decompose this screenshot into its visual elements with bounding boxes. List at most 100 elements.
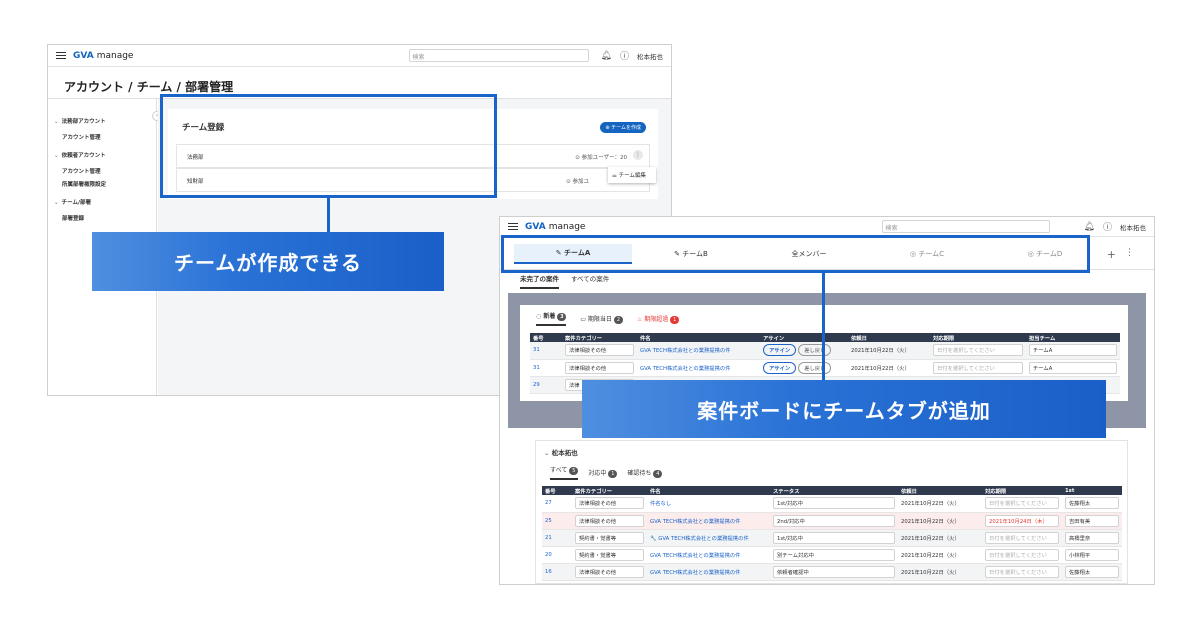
- case-number[interactable]: 25: [542, 512, 572, 530]
- case-title-link[interactable]: GVA TECH株式会社との業務提携の件: [647, 512, 770, 530]
- team-select[interactable]: チームA: [1029, 361, 1117, 374]
- menu-icon[interactable]: [508, 222, 518, 231]
- case-number[interactable]: 29: [530, 376, 562, 394]
- pill-due-today[interactable]: ▭ 期限当日 2: [580, 314, 623, 324]
- first-assignee-select[interactable]: 吉田有美: [1065, 514, 1119, 527]
- search-input[interactable]: 検索: [408, 49, 589, 62]
- col-first[interactable]: 1st: [1062, 486, 1122, 495]
- table-row[interactable]: 31 法律相談その他 GVA TECH株式会社との業務提携の件 アサイン 差し戻し…: [530, 359, 1120, 377]
- col-request-date[interactable]: 依頼日: [898, 486, 982, 495]
- sidebar-group-header[interactable]: 法務部アカウント: [48, 117, 156, 125]
- category-select[interactable]: 法律相談その他: [565, 344, 634, 357]
- case-title-link[interactable]: GVA TECH株式会社との業務提携の件: [647, 563, 770, 581]
- tab-all[interactable]: すべて 5: [550, 465, 579, 480]
- create-team-button[interactable]: ⊕ チームを作成: [600, 122, 646, 133]
- help-icon[interactable]: ⓘ: [620, 49, 629, 62]
- table-row[interactable]: 27 法律相談その他 件名なし 1st/対応中 2021年10月22日（火） 日…: [542, 495, 1122, 513]
- pill-new[interactable]: ◌ 新着 3: [536, 311, 567, 326]
- sidebar-item-dept-permission[interactable]: 所属部署権限設定: [48, 180, 156, 188]
- due-date-picker[interactable]: 日付を選択してください: [985, 548, 1059, 561]
- team-edit-menu-item[interactable]: ⚌ チーム編集: [608, 167, 656, 183]
- sidebar-group-header[interactable]: チーム/部署: [48, 198, 156, 206]
- first-assignee-select[interactable]: 佐藤翔太: [1065, 565, 1119, 578]
- user-menu[interactable]: 松本拓也: [637, 51, 663, 61]
- col-number[interactable]: 番号: [530, 333, 562, 342]
- case-number[interactable]: 21: [542, 529, 572, 547]
- return-button[interactable]: 差し戻し: [798, 361, 832, 374]
- bell-icon[interactable]: 🔔︎: [1084, 222, 1095, 232]
- col-category[interactable]: 案件カテゴリー: [572, 486, 647, 495]
- pill-overdue[interactable]: ♨ 期限超過 1: [637, 314, 680, 324]
- menu-icon[interactable]: [56, 51, 66, 60]
- panel-header[interactable]: 松本拓也: [544, 447, 578, 457]
- table-row[interactable]: 21 契約書・覚書等 🔧 GVA TECH株式会社との業務提携の件 1st/対応…: [542, 529, 1122, 547]
- category-select[interactable]: 法律相談その他: [565, 361, 634, 374]
- case-title-link[interactable]: GVA TECH株式会社との業務提携の件: [637, 359, 760, 377]
- table-row[interactable]: 16 法律相談その他 GVA TECH株式会社との業務提携の件 依頼者確認中 2…: [542, 563, 1122, 581]
- search-input[interactable]: 検索: [881, 220, 1050, 233]
- col-title[interactable]: 件名: [647, 486, 770, 495]
- more-options-icon[interactable]: ⋮: [633, 150, 643, 160]
- col-number[interactable]: 番号: [542, 486, 572, 495]
- case-title-link[interactable]: GVA TECH株式会社との業務提携の件: [647, 546, 770, 564]
- tab-all-cases[interactable]: すべての案件: [571, 273, 609, 289]
- due-date-picker[interactable]: 日付を選択してください: [985, 531, 1059, 544]
- first-assignee-select[interactable]: 佐藤翔太: [1065, 497, 1119, 510]
- due-date-picker[interactable]: 日付を選択してください: [933, 361, 1023, 374]
- col-request-date[interactable]: 依頼日: [848, 333, 930, 342]
- status-select[interactable]: 別チーム対応中: [773, 548, 895, 561]
- team-select[interactable]: チームA: [1029, 344, 1117, 357]
- category-select[interactable]: 法律相談その他: [575, 565, 644, 578]
- col-category[interactable]: 案件カテゴリー: [562, 333, 637, 342]
- col-due[interactable]: 対応期限: [930, 333, 1026, 342]
- due-date-picker[interactable]: 日付を選択してください: [985, 497, 1059, 510]
- member-count: ⊙ 参加ユーザー：20: [575, 155, 627, 161]
- col-status[interactable]: ステータス: [770, 486, 898, 495]
- more-options-icon[interactable]: ⋮: [1125, 248, 1134, 258]
- help-icon[interactable]: ⓘ: [1103, 220, 1112, 233]
- category-select[interactable]: 法律相談その他: [575, 497, 644, 510]
- first-assignee-select[interactable]: 小林翔平: [1065, 548, 1119, 561]
- sidebar-group-header[interactable]: 依頼者アカウント: [48, 151, 156, 159]
- col-due[interactable]: 対応期限: [982, 486, 1062, 495]
- status-select[interactable]: 1st/対応中: [773, 531, 895, 544]
- due-date-picker[interactable]: 日付を選択してください: [933, 344, 1023, 357]
- case-title-link[interactable]: 🔧 GVA TECH株式会社との業務提携の件: [647, 529, 770, 547]
- status-select[interactable]: 依頼者確認中: [773, 565, 895, 578]
- category-select[interactable]: 法律相談その他: [575, 514, 644, 527]
- category-select[interactable]: 契約書・覚書等: [575, 548, 644, 561]
- case-title-link[interactable]: GVA TECH株式会社との業務提携の件: [637, 342, 760, 360]
- case-title-link[interactable]: 件名なし: [647, 495, 770, 513]
- col-team[interactable]: 担当チーム: [1026, 333, 1120, 342]
- case-number[interactable]: 31: [530, 359, 562, 377]
- table-row[interactable]: 20 契約書・覚書等 GVA TECH株式会社との業務提携の件 別チーム対応中 …: [542, 546, 1122, 564]
- case-number[interactable]: 20: [542, 546, 572, 564]
- app-logo[interactable]: GVA manage: [73, 51, 133, 61]
- tab-in-progress[interactable]: 対応中 1: [588, 468, 618, 478]
- category-select[interactable]: 契約書・覚書等: [575, 531, 644, 544]
- app-logo[interactable]: GVA manage: [525, 222, 585, 232]
- table-row[interactable]: 31 法律相談その他 GVA TECH株式会社との業務提携の件 アサイン 差し戻し…: [530, 342, 1120, 360]
- sidebar-item-client-account[interactable]: アカウント管理: [48, 167, 156, 175]
- tab-incomplete[interactable]: 未完了の案件: [520, 273, 559, 289]
- return-button[interactable]: 差し戻し: [798, 344, 832, 357]
- status-select[interactable]: 1st/対応中: [773, 497, 895, 510]
- case-number[interactable]: 27: [542, 495, 572, 513]
- status-select[interactable]: 2nd/対応中: [773, 514, 895, 527]
- tab-waiting[interactable]: 確認待ち 4: [627, 468, 663, 478]
- first-assignee-select[interactable]: 高橋里奈: [1065, 531, 1119, 544]
- table-row[interactable]: 25 法律相談その他 GVA TECH株式会社との業務提携の件 2nd/対応中 …: [542, 512, 1122, 530]
- col-assign[interactable]: アサイン: [760, 333, 848, 342]
- user-menu[interactable]: 松本拓也: [1120, 222, 1146, 232]
- bell-icon[interactable]: 🔔︎: [601, 51, 612, 61]
- sidebar-item-legal-account[interactable]: アカウント管理: [48, 133, 156, 141]
- case-number[interactable]: 31: [530, 342, 562, 360]
- due-date-picker[interactable]: 日付を選択してください: [985, 565, 1059, 578]
- col-title[interactable]: 件名: [637, 333, 760, 342]
- case-number[interactable]: 16: [542, 563, 572, 581]
- due-date-picker[interactable]: 2021年10月24日（木）: [985, 514, 1059, 527]
- add-tab-icon[interactable]: +: [1107, 248, 1116, 261]
- sidebar-item-dept-register[interactable]: 部署登録: [48, 214, 156, 222]
- assign-button[interactable]: アサイン: [763, 344, 797, 357]
- assign-button[interactable]: アサイン: [763, 361, 797, 374]
